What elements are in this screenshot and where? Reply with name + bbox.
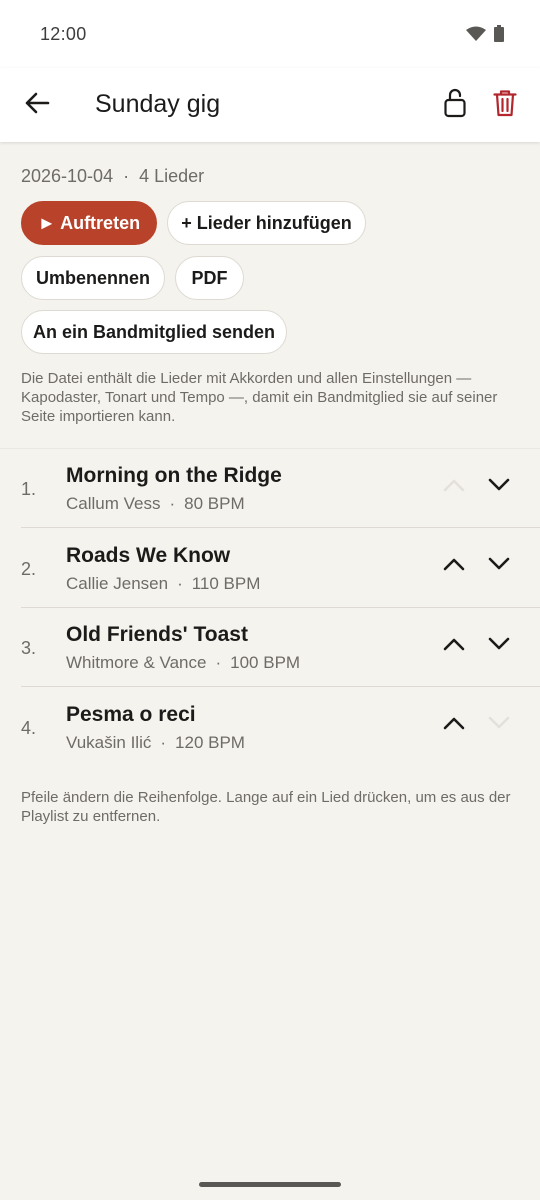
status-time: 12:00 — [40, 24, 87, 44]
song-artist: Vukašin Ilić — [66, 732, 152, 752]
song-artist: Whitmore & Vance — [66, 653, 207, 672]
chevron-up-icon — [443, 557, 465, 576]
song-title: Pesma o reci — [66, 702, 196, 726]
move-down-button[interactable] — [481, 628, 517, 664]
reorder-hint: Pfeile ändern die Reihenfolge. Lange auf… — [21, 789, 511, 825]
song-row[interactable]: 3. Old Friends' Toast Whitmore & Vance · 100… — [0, 608, 540, 687]
move-down-button — [481, 708, 517, 744]
playlist-date: 2026-10-04 — [21, 166, 114, 186]
song-row[interactable]: 1. Morning on the Ridge Callum Vess · 80 BPM — [0, 449, 540, 528]
meta-separator: · — [123, 166, 130, 186]
trash-icon — [493, 89, 517, 122]
song-tempo: 100 BPM — [230, 653, 301, 672]
subtitle-separator: · — [169, 494, 176, 513]
song-tempo: 120 BPM — [175, 732, 245, 752]
song-title: Roads We Know — [66, 543, 231, 567]
send-to-bandmember-button[interactable]: An ein Bandmitglied senden — [21, 310, 287, 354]
move-up-button[interactable] — [436, 628, 472, 664]
song-tempo: 110 BPM — [191, 573, 261, 593]
song-subtitle: Whitmore & Vance · 100 BPM — [66, 653, 300, 673]
perform-button[interactable]: ► Auftreten — [21, 201, 157, 245]
chevron-down-icon — [488, 478, 510, 497]
export-hint: Die Datei enthält die Lieder mit Akkorde… — [21, 370, 498, 425]
song-artist: Callum Vess — [66, 494, 161, 513]
subtitle-separator: · — [215, 653, 222, 672]
chevron-up-icon — [443, 637, 465, 656]
song-tempo: 80 BPM — [184, 494, 245, 513]
back-button[interactable] — [18, 86, 56, 124]
song-subtitle: Vukašin Ilić · 120 BPM — [66, 733, 245, 753]
song-row[interactable]: 2. Roads We Know Callie Jensen · 110 BPM — [0, 529, 540, 608]
lock-open-icon — [443, 88, 467, 123]
app-bar: Sunday gig — [0, 68, 540, 142]
wifi-icon — [466, 26, 486, 47]
subtitle-separator: · — [177, 573, 183, 593]
lock-button[interactable] — [436, 86, 474, 124]
page-title: Sunday gig — [95, 90, 221, 118]
move-up-button[interactable] — [436, 549, 472, 585]
song-number: 4. — [21, 717, 37, 738]
pdf-button[interactable]: PDF — [175, 256, 244, 300]
battery-icon — [494, 25, 504, 47]
song-row[interactable]: 4. Pesma o reci Vukašin Ilić · 120 BPM — [0, 688, 540, 767]
chevron-down-icon — [488, 557, 510, 576]
arrow-back-icon — [24, 91, 50, 120]
move-down-button[interactable] — [481, 549, 517, 585]
song-subtitle: Callie Jensen · 110 BPM — [66, 574, 260, 594]
song-number: 1. — [21, 479, 37, 499]
delete-button[interactable] — [486, 86, 524, 124]
chevron-up-icon — [443, 478, 465, 497]
song-artist: Callie Jensen — [66, 573, 169, 593]
move-up-button[interactable] — [436, 708, 472, 744]
chevron-up-icon — [443, 716, 465, 735]
song-number: 3. — [21, 638, 37, 658]
song-subtitle: Callum Vess · 80 BPM — [66, 494, 245, 514]
rename-button[interactable]: Umbenennen — [21, 256, 165, 300]
chevron-down-icon — [488, 637, 510, 656]
status-bar: 12:00 — [0, 0, 540, 68]
home-indicator[interactable] — [199, 1182, 341, 1187]
move-down-button[interactable] — [481, 469, 517, 505]
status-icons — [466, 25, 504, 47]
song-count: 4 Lieder — [139, 166, 205, 186]
playlist-meta: 2026-10-04 · 4 Lieder — [21, 166, 204, 187]
song-title: Old Friends' Toast — [66, 623, 248, 646]
subtitle-separator: · — [160, 732, 167, 752]
chevron-down-icon — [488, 716, 510, 735]
move-up-button — [436, 469, 472, 505]
add-songs-button[interactable]: + Lieder hinzufügen — [167, 201, 366, 245]
song-number: 2. — [21, 558, 37, 579]
song-title: Morning on the Ridge — [66, 464, 282, 487]
